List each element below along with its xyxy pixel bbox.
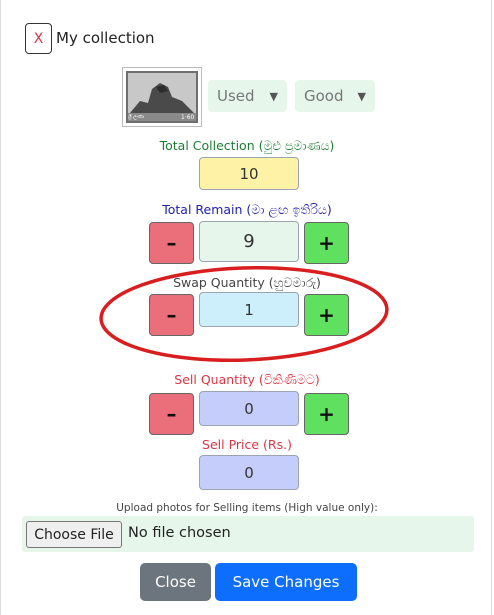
sell-price-input[interactable]: 0 (199, 455, 299, 490)
chevron-down-icon: ▼ (269, 90, 278, 103)
total-remain-input[interactable]: 9 (199, 221, 299, 262)
total-remain-increment-button[interactable]: + (304, 222, 349, 264)
save-changes-button[interactable]: Save Changes (215, 563, 357, 601)
grade-select-value: Good (304, 87, 344, 105)
upload-label: Upload photos for Selling items (High va… (116, 502, 378, 514)
sell-quantity-input[interactable]: 0 (199, 391, 299, 426)
chevron-down-icon: ▼ (357, 90, 366, 103)
sell-quantity-label: Sell Quantity (විකිණීමට) (174, 372, 320, 387)
sell-price-label: Sell Price (Rs.) (202, 437, 292, 452)
total-collection-input[interactable]: 10 (199, 157, 299, 190)
annotation-ellipse (99, 266, 389, 362)
grade-select[interactable]: Good ▼ (295, 80, 375, 112)
stamp-value: 1·60 (181, 114, 195, 121)
close-button[interactable]: Close (140, 563, 211, 601)
sell-quantity-decrement-button[interactable]: – (149, 393, 194, 435)
sell-quantity-increment-button[interactable]: + (304, 393, 349, 435)
condition-select-value: Used (217, 87, 255, 105)
modal-title: My collection (56, 29, 155, 47)
close-x-button[interactable]: X (25, 23, 52, 54)
stamp-image: ශ්‍රී ලංකා 1·60 (122, 67, 202, 127)
total-remain-label: Total Remain (මා ළඟ ඉතිරිය) (162, 202, 332, 217)
condition-select[interactable]: Used ▼ (208, 80, 287, 112)
stamp-country: ශ්‍රී ලංකා (128, 114, 144, 120)
file-status-text: No file chosen (128, 525, 231, 541)
choose-file-button[interactable]: Choose File (26, 521, 122, 548)
total-remain-decrement-button[interactable]: – (149, 222, 194, 264)
total-collection-label: Total Collection (මුළු ප්‍රමාණය) (159, 138, 335, 153)
